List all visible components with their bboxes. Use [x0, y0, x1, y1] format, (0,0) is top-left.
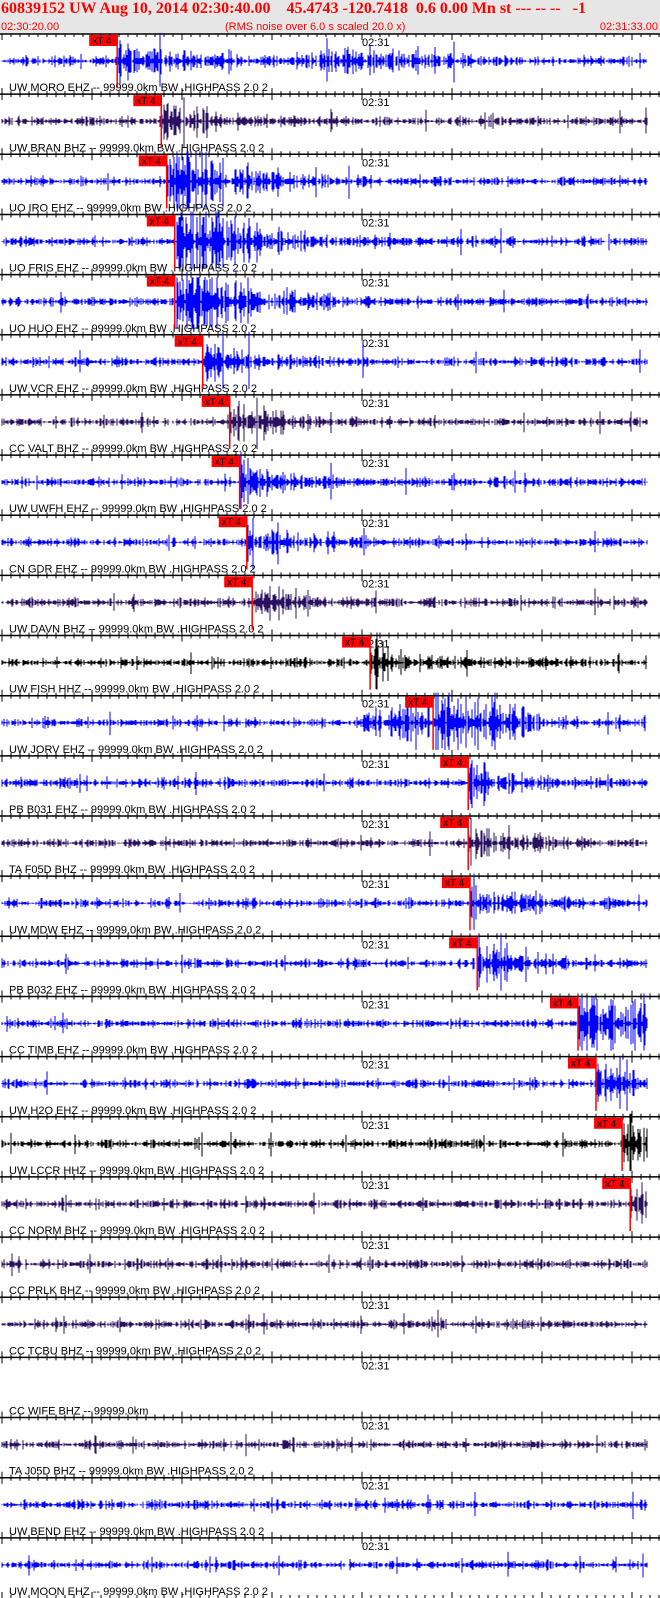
pick-label: xT 4 — [150, 216, 170, 227]
minute-label: 02:31 — [362, 1300, 390, 1312]
minute-label: 02:31 — [362, 1120, 390, 1132]
trace-label: TA J05D BHZ -- 99999.0km BW .HIGHPASS 2.… — [9, 1466, 254, 1478]
waveform — [1, 452, 648, 510]
minute-label: 02:31 — [362, 97, 390, 109]
minute-label: 02:31 — [362, 37, 390, 49]
waveform — [1, 397, 648, 450]
trace-label: CC TCBU BHZ -- 99999.0km BW .HIGHPASS 2.… — [9, 1345, 261, 1357]
minute-label: 02:31 — [362, 338, 390, 350]
trace-label: PB B032 EHZ -- 99999.0km BW .HIGHPASS 2.… — [9, 984, 256, 996]
trace-label: CC WIFE BHZ -- 99999.0km — [9, 1406, 148, 1418]
trace-label: CC PRLK BHZ -- 99999.0km BW .HIGHPASS 2.… — [9, 1285, 260, 1297]
pick-label: xT 4 — [142, 156, 162, 167]
trace-label: UW BEND EHZ -- 99999.0km BW .HIGHPASS 2.… — [9, 1526, 264, 1538]
minute-label: 02:31 — [362, 1541, 390, 1553]
minute-label: 02:31 — [362, 518, 390, 530]
trace-label: UW VCR EHZ -- 99999.0km BW .HIGHPASS 2.0… — [9, 383, 257, 395]
waveform — [1, 517, 648, 570]
seismogram-viewer: 60839152 UW Aug 10, 2014 02:30:40.00 45.… — [0, 0, 660, 1598]
minute-label: 02:31 — [362, 578, 390, 590]
pick-label: xT 4 — [205, 397, 225, 408]
trace-label: UW UWFH EHZ -- 99999.0km BW .HIGHPASS 2.… — [9, 503, 267, 515]
minute-label: 02:31 — [362, 1240, 390, 1252]
minute-label: 02:31 — [362, 759, 390, 771]
pick-label: xT 4 — [222, 517, 242, 528]
waveform — [1, 933, 648, 991]
waveform — [1, 331, 648, 389]
waveform — [1, 1113, 648, 1171]
pick-label: xT 4 — [443, 818, 463, 829]
trace-label: UW DAVN BHZ -- 99999.0km BW .HIGHPASS 2.… — [9, 624, 264, 636]
waveform — [1, 271, 648, 329]
minute-label: 02:31 — [362, 1180, 390, 1192]
trace-label: UW MDW EHZ -- 99999.0km BW .HIGHPASS 2.0… — [9, 924, 261, 936]
pick-label: xT 4 — [227, 577, 247, 588]
minute-label: 02:31 — [362, 217, 390, 229]
minute-label: 02:31 — [362, 278, 390, 290]
waveform — [1, 760, 648, 809]
pick-label: xT 4 — [452, 938, 472, 949]
trace-label: UO HUO EHZ -- 99999.0km BW .HIGHPASS 2.0… — [9, 323, 256, 335]
minute-label: 02:31 — [362, 879, 390, 891]
trace-label: CC NORM BHZ -- 99999.0km BW .HIGHPASS 2.… — [9, 1225, 265, 1237]
waveform — [1, 817, 648, 866]
pick-label: xT 4 — [597, 1119, 617, 1130]
minute-label: 02:31 — [362, 1360, 390, 1372]
trace-label: CN GDR EHZ -- 99999.0km BW .HIGHPASS 2.0… — [9, 563, 256, 575]
waveform — [1, 97, 648, 148]
pick-label: xT 4 — [445, 878, 465, 889]
trace-label: UW FISH HHZ -- 99999.0km BW .HIGHPASS 2.… — [9, 684, 259, 696]
minute-label: 02:31 — [362, 819, 390, 831]
waveform — [1, 873, 648, 930]
trace-label: CC VALT BHZ -- 99999.0km BW .HIGHPASS 2.… — [9, 443, 257, 455]
trace-label: UO FRIS EHZ -- 99999.0km BW .HIGHPASS 2.… — [9, 263, 257, 275]
waveform — [1, 632, 648, 690]
minute-label: 02:31 — [362, 1060, 390, 1072]
pick-label: xT 4 — [92, 36, 112, 47]
pick-label: xT 4 — [553, 998, 573, 1009]
pick-label: xT 4 — [345, 638, 365, 649]
trace-label: CC TIMB EHZ -- 99999.0km BW .HIGHPASS 2.… — [9, 1045, 257, 1057]
waveform — [1, 1491, 648, 1520]
pick-label: xT 4 — [178, 337, 198, 348]
pick-label: xT 4 — [605, 1179, 625, 1190]
waveform — [1, 1055, 648, 1111]
minute-label: 02:31 — [362, 939, 390, 951]
trace-label: TA F05D BHZ -- 99999.0km BW .HIGHPASS 2.… — [9, 864, 255, 876]
minute-label: 02:31 — [362, 999, 390, 1011]
minute-label: 02:31 — [362, 398, 390, 410]
waveform — [1, 1182, 648, 1224]
minute-label: 02:31 — [362, 1481, 390, 1493]
trace-label: UW BRAN BHZ -- 99999.0km BW .HIGHPASS 2.… — [9, 142, 264, 154]
pick-label: xT 4 — [571, 1059, 591, 1070]
waveform — [1, 1551, 648, 1578]
pick-label: xT 4 — [443, 758, 463, 769]
pick-label: xT 4 — [408, 698, 428, 709]
trace-label: PB B031 EHZ -- 99999.0km BW .HIGHPASS 2.… — [9, 804, 256, 816]
pick-label: xT 4 — [136, 96, 156, 107]
trace-label: UW JORV EHZ -- 99999.0km BW .HIGHPASS 2.… — [9, 744, 263, 756]
trace-plot: 02:31 UW MORO EHZ -- 99999.0km BW .HIGHPA… — [0, 32, 660, 1598]
minute-label: 02:31 — [362, 157, 390, 169]
trace-label: UW MORO EHZ -- 99999.0km BW .HIGHPASS 2.… — [9, 82, 268, 94]
trace-label: UW H2O EHZ -- 99999.0km BW .HIGHPASS 2.0… — [9, 1105, 256, 1117]
waveform — [1, 211, 648, 269]
pick-label: xT 4 — [215, 457, 235, 468]
waveform — [1, 692, 648, 750]
waveform — [1, 1434, 648, 1457]
trace-label: UW MOON EHZ -- 99999.0km BW .HIGHPASS 2.… — [9, 1586, 268, 1598]
trace-label: UW LCCR HHZ -- 99999.0km BW .HIGHPASS 2.… — [9, 1165, 264, 1177]
pick-label: xT 4 — [150, 277, 170, 288]
waveform — [1, 151, 648, 209]
trace-label: UO IRO EHZ -- 99999.0km BW .HIGHPASS 2.0… — [9, 202, 251, 214]
minute-label: 02:31 — [362, 458, 390, 470]
waveform — [1, 1253, 648, 1277]
waveform — [1, 1309, 648, 1338]
waveform — [1, 586, 648, 621]
minute-label: 02:31 — [362, 1421, 390, 1433]
